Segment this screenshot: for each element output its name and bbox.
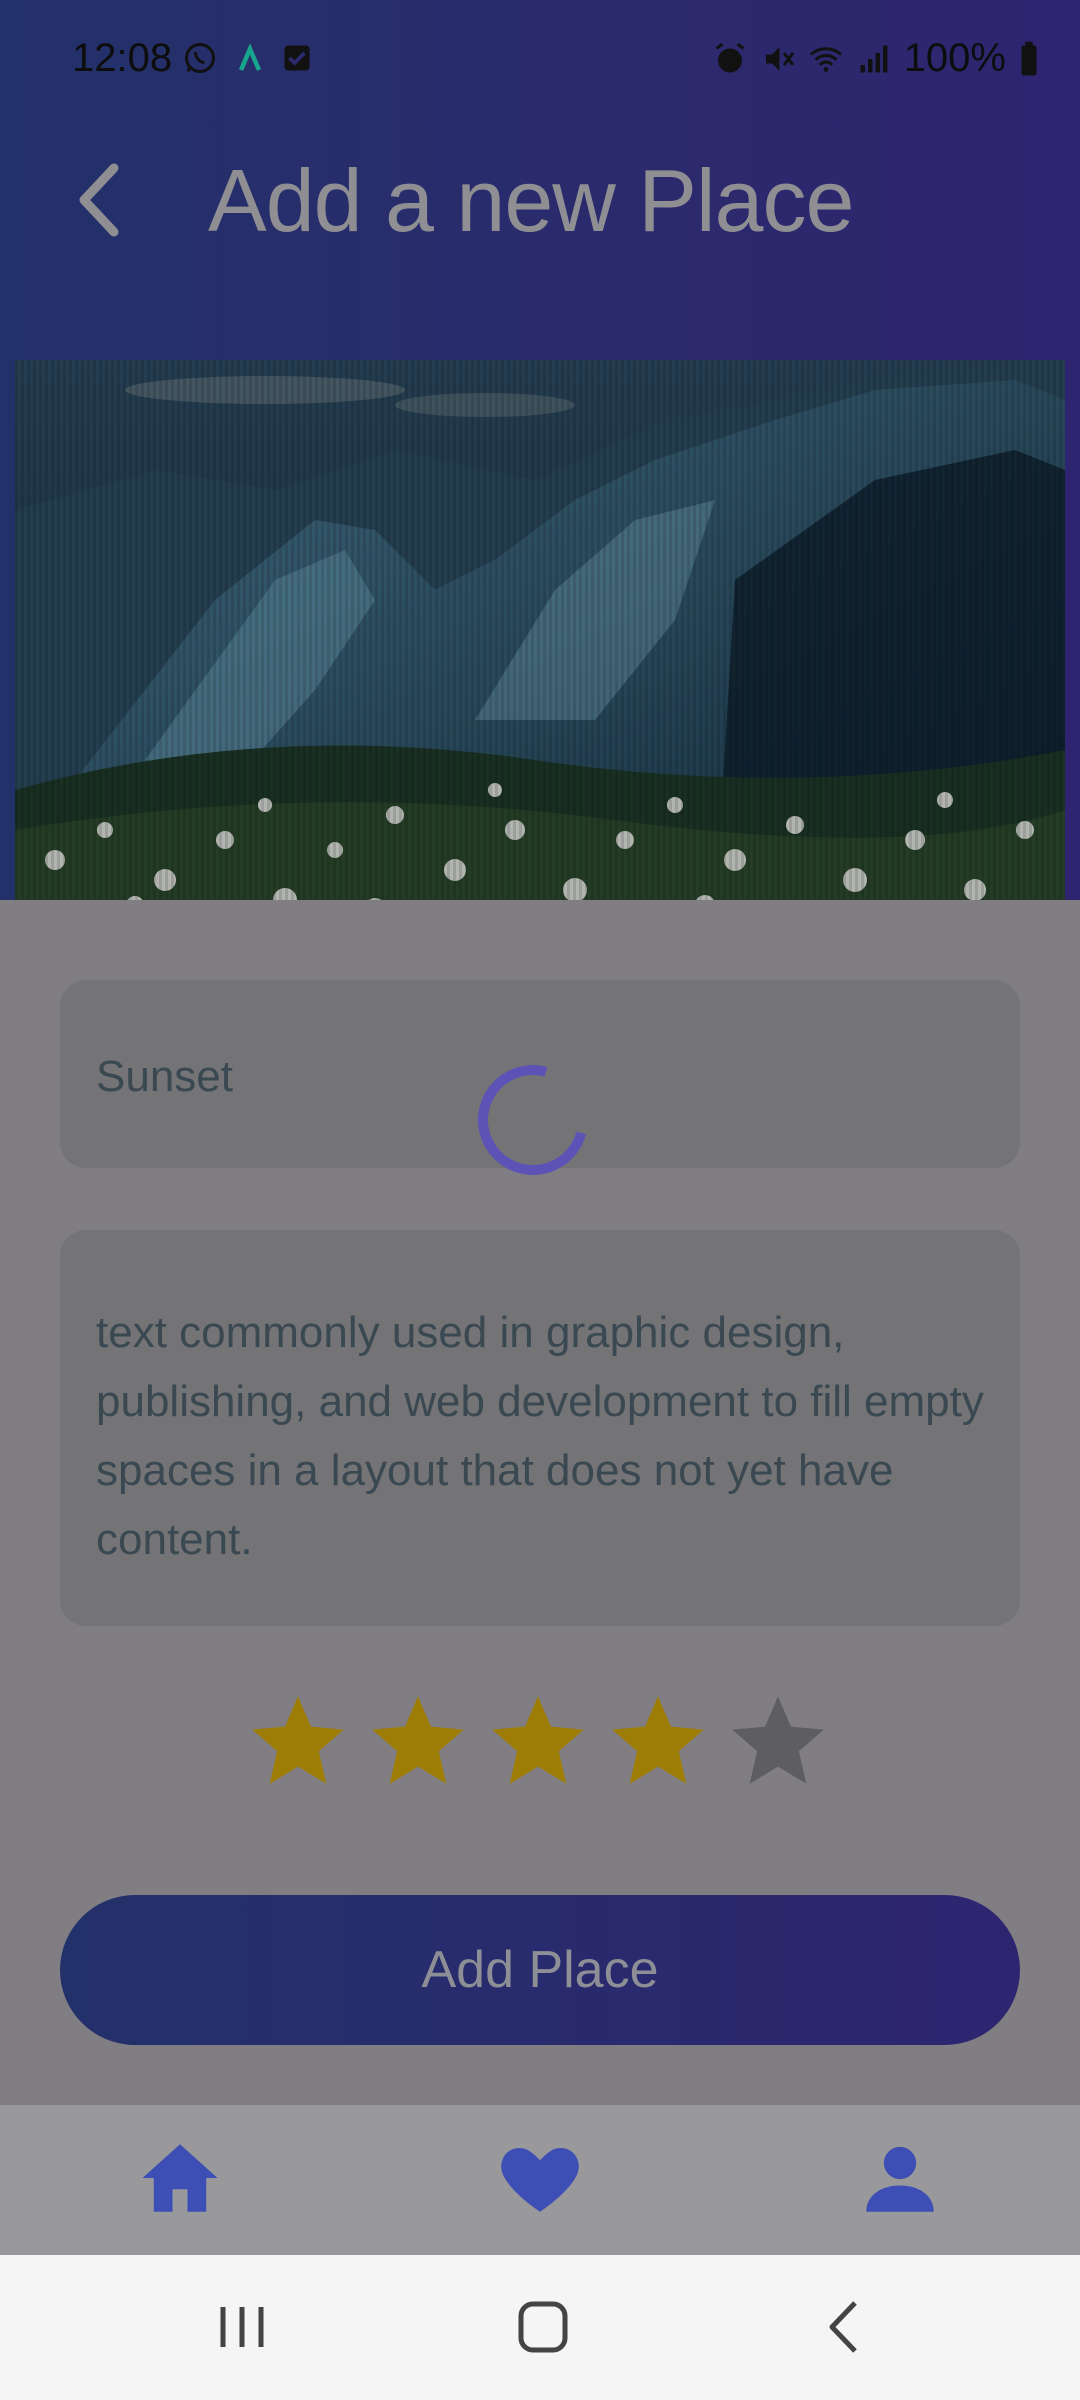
description-field-value: text commonly used in graphic design, pu… [96, 1308, 984, 1564]
battery-icon [1021, 41, 1037, 75]
status-left-icons [182, 40, 312, 76]
heart-icon [501, 2148, 579, 2212]
rating-star-5[interactable] [728, 1690, 828, 1790]
nav-favorites[interactable] [495, 2133, 585, 2223]
rating-star-3[interactable] [488, 1690, 588, 1790]
rating-star-2[interactable] [368, 1690, 468, 1790]
status-time: 12:08 [72, 36, 173, 80]
add-place-button-label: Add Place [421, 1941, 659, 1999]
star-icon [612, 1696, 704, 1784]
profile-icon [866, 2146, 934, 2212]
title-field-value: Sunset [96, 1052, 233, 1101]
rating-stars[interactable] [248, 1690, 828, 1790]
mountain-landscape-image [15, 360, 1065, 920]
nav-home[interactable] [135, 2133, 225, 2223]
star-icon [492, 1696, 584, 1784]
wifi-icon [809, 46, 842, 72]
home-system-button[interactable] [508, 2297, 578, 2357]
rating-star-1[interactable] [248, 1690, 348, 1790]
add-place-button[interactable]: Add Place [60, 1895, 1020, 2045]
page-title: Add a new Place [208, 151, 854, 250]
chevron-left-icon [79, 163, 119, 237]
app-icon [238, 43, 262, 71]
back-system-button[interactable] [810, 2297, 880, 2357]
recent-apps-icon [220, 2307, 264, 2347]
back-button[interactable] [70, 160, 140, 240]
status-right: 100% [712, 36, 1040, 81]
battery-percentage: 100% [903, 36, 1006, 80]
whatsapp-icon [185, 43, 215, 73]
system-navigation-bar [0, 2255, 1080, 2400]
star-icon [372, 1696, 464, 1784]
checkbox-icon [284, 45, 310, 71]
bottom-navigation [0, 2105, 1080, 2255]
signal-icon [860, 45, 888, 72]
recent-apps-button[interactable] [207, 2297, 277, 2357]
rating-star-4[interactable] [608, 1690, 708, 1790]
mute-icon [765, 46, 794, 71]
alarm-icon [715, 42, 745, 72]
home-square-icon [518, 2301, 568, 2353]
back-chevron-icon [829, 2301, 857, 2353]
description-field[interactable]: text commonly used in graphic design, pu… [60, 1230, 1020, 1626]
home-icon [142, 2144, 218, 2212]
app-bar: Add a new Place [0, 140, 1080, 260]
star-icon [252, 1696, 344, 1784]
status-bar: 12:08 100% [0, 0, 1080, 120]
place-image[interactable] [15, 360, 1065, 920]
nav-profile[interactable] [855, 2133, 945, 2223]
form-content: Sunset text commonly used in graphic des… [0, 900, 1080, 2105]
star-icon [732, 1696, 824, 1784]
